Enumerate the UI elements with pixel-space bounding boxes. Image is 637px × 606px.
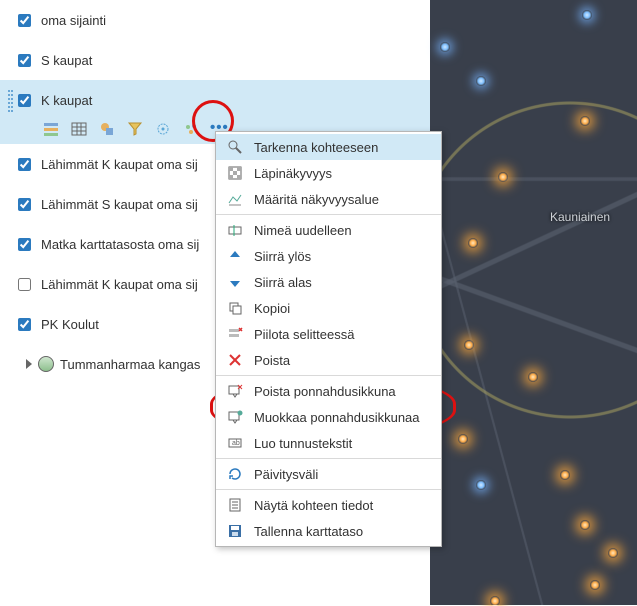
- layer-label: Lähimmät S kaupat oma sij: [41, 197, 198, 212]
- down-icon: [226, 273, 244, 291]
- menu-item-label: Muokkaa ponnahdusikkunaa: [254, 410, 431, 425]
- labels-icon: ab: [226, 434, 244, 452]
- map-point[interactable]: [476, 480, 486, 490]
- menu-item-refresh[interactable]: Päivitysväli: [216, 461, 441, 487]
- menu-item-copy[interactable]: Kopioi: [216, 295, 441, 321]
- layer-row-s-kaupat[interactable]: S kaupat: [0, 40, 430, 80]
- filter-icon[interactable]: [126, 120, 144, 138]
- menu-item-moveup[interactable]: Siirrä ylös: [216, 243, 441, 269]
- menu-item-save[interactable]: Tallenna karttataso: [216, 518, 441, 544]
- menu-item-movedown[interactable]: Siirrä alas: [216, 269, 441, 295]
- layer-checkbox[interactable]: [18, 318, 31, 331]
- details-icon: [226, 496, 244, 514]
- map-roads: [430, 0, 637, 605]
- menu-item-label: Siirrä ylös: [254, 249, 431, 264]
- map-point[interactable]: [440, 42, 450, 52]
- rename-icon: [226, 221, 244, 239]
- layer-checkbox[interactable]: [18, 158, 31, 171]
- hidelegend-icon: [226, 325, 244, 343]
- analysis-icon[interactable]: [154, 120, 172, 138]
- layer-checkbox[interactable]: [18, 198, 31, 211]
- transparency-icon: [226, 164, 244, 182]
- menu-item-zoom[interactable]: Tarkenna kohteeseen: [216, 134, 441, 160]
- menu-item-remove[interactable]: Poista: [216, 347, 441, 373]
- up-icon: [226, 247, 244, 265]
- menu-item-transparency[interactable]: Läpinäkyvyys: [216, 160, 441, 186]
- legend-icon[interactable]: [42, 120, 60, 138]
- menu-item-removepopup[interactable]: Poista ponnahdusikkuna: [216, 378, 441, 404]
- save-icon: [226, 522, 244, 540]
- menu-item-label: Piilota selitteessä: [254, 327, 431, 342]
- globe-icon: [38, 356, 54, 372]
- menu-item-rename[interactable]: Nimeä uudelleen: [216, 217, 441, 243]
- map-point[interactable]: [580, 520, 590, 530]
- basemap-label: Tummanharmaa kangas: [60, 357, 200, 372]
- layer-label: oma sijainti: [41, 13, 106, 28]
- map-point[interactable]: [458, 434, 468, 444]
- map-point[interactable]: [582, 10, 592, 20]
- layer-checkbox[interactable]: [18, 238, 31, 251]
- cluster-icon[interactable]: [182, 120, 200, 138]
- map-point[interactable]: [590, 580, 600, 590]
- menu-item-editpopup[interactable]: Muokkaa ponnahdusikkunaa: [216, 404, 441, 430]
- popup-edit-icon: [226, 408, 244, 426]
- popup-x-icon: [226, 382, 244, 400]
- svg-text:ab: ab: [232, 440, 240, 447]
- layer-checkbox[interactable]: [18, 94, 31, 107]
- layer-checkbox[interactable]: [18, 54, 31, 67]
- drag-handle[interactable]: [8, 88, 14, 112]
- layer-label: Matka karttatasosta oma sij: [41, 237, 199, 252]
- expand-icon: [26, 359, 32, 369]
- map-point[interactable]: [608, 548, 618, 558]
- menu-item-label: Määritä näkyvyysalue: [254, 192, 431, 207]
- context-menu: Tarkenna kohteeseen Läpinäkyvyys Määritä n…: [215, 131, 442, 547]
- map-point[interactable]: [580, 116, 590, 126]
- menu-item-label: Kopioi: [254, 301, 431, 316]
- table-icon[interactable]: [70, 120, 88, 138]
- remove-icon: [226, 351, 244, 369]
- layer-label: Lähimmät K kaupat oma sij: [41, 157, 198, 172]
- layer-label: S kaupat: [41, 53, 92, 68]
- refresh-icon: [226, 465, 244, 483]
- layer-label: Lähimmät K kaupat oma sij: [41, 277, 198, 292]
- copy-icon: [226, 299, 244, 317]
- menu-item-label: Poista ponnahdusikkuna: [254, 384, 431, 399]
- menu-item-label: Näytä kohteen tiedot: [254, 498, 431, 513]
- menu-item-label: Tallenna karttataso: [254, 524, 431, 539]
- menu-item-label: Tarkenna kohteeseen: [254, 140, 431, 155]
- menu-item-details[interactable]: Näytä kohteen tiedot: [216, 492, 441, 518]
- zoom-icon: [226, 138, 244, 156]
- menu-item-visibility[interactable]: Määritä näkyvyysalue: [216, 186, 441, 212]
- layer-label: K kaupat: [41, 93, 92, 108]
- layer-checkbox[interactable]: [18, 14, 31, 27]
- menu-item-hidelegend[interactable]: Piilota selitteessä: [216, 321, 441, 347]
- city-label: Kauniainen: [550, 210, 610, 224]
- map-point[interactable]: [476, 76, 486, 86]
- map-point[interactable]: [560, 470, 570, 480]
- map-point[interactable]: [528, 372, 538, 382]
- layer-label: PK Koulut: [41, 317, 99, 332]
- layer-row-oma-sijainti[interactable]: oma sijainti: [0, 0, 430, 40]
- menu-item-label: Päivitysväli: [254, 467, 431, 482]
- layer-checkbox[interactable]: [18, 278, 31, 291]
- range-icon: [226, 190, 244, 208]
- menu-item-label: Siirrä alas: [254, 275, 431, 290]
- menu-item-label: Poista: [254, 353, 431, 368]
- menu-item-label: Nimeä uudelleen: [254, 223, 431, 238]
- menu-item-label: Luo tunnustekstit: [254, 436, 431, 451]
- menu-item-createlabels[interactable]: ab Luo tunnustekstit: [216, 430, 441, 456]
- map-point[interactable]: [468, 238, 478, 248]
- map-point[interactable]: [464, 340, 474, 350]
- map-canvas[interactable]: Kauniainen: [430, 0, 637, 605]
- layer-row-k-kaupat[interactable]: K kaupat: [0, 80, 430, 120]
- menu-item-label: Läpinäkyvyys: [254, 166, 431, 181]
- map-point[interactable]: [498, 172, 508, 182]
- style-icon[interactable]: [98, 120, 116, 138]
